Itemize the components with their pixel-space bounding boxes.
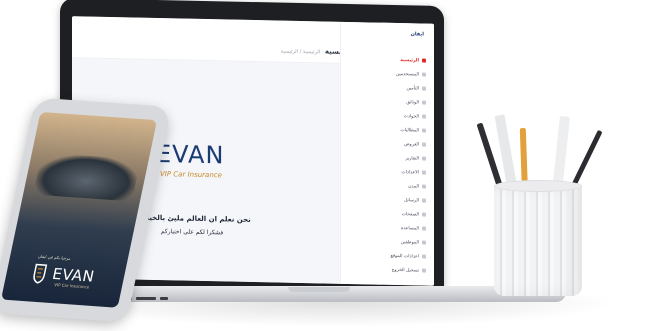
menu-icon bbox=[422, 100, 426, 105]
sidebar-item-label: المستخدمين bbox=[395, 71, 419, 77]
sidebar-item-label: الرسائل bbox=[404, 197, 419, 203]
sidebar-item-label: الاعدادات bbox=[401, 169, 419, 175]
menu-icon bbox=[422, 254, 426, 259]
menu-icon bbox=[422, 142, 426, 147]
sidebar-item-label: تسجيل الخروج bbox=[391, 267, 419, 273]
menu-icon bbox=[422, 114, 426, 119]
sidebar-brand[interactable]: ايفان bbox=[411, 31, 424, 37]
menu-icon bbox=[422, 240, 426, 245]
sidebar-item-label: الحوادث bbox=[403, 113, 419, 119]
sidebar-item-label: التأمين bbox=[406, 85, 419, 91]
audio-port bbox=[160, 297, 168, 300]
sidebar-item-label: الوثائق bbox=[406, 99, 419, 105]
menu-icon bbox=[422, 198, 426, 203]
menu-icon bbox=[422, 156, 426, 161]
logo-wordmark: EVAN bbox=[156, 139, 225, 170]
sidebar: ايفان الرئيسية المستخدمين التأمين الوثائق ال… bbox=[340, 21, 434, 286]
car-image bbox=[33, 152, 141, 202]
cup-body bbox=[494, 186, 582, 296]
phone-screen: مرحبا بكم في ايفان EVAN VIP Car Insuranc… bbox=[1, 111, 158, 308]
logo-tagline: VIP Car Insurance bbox=[160, 170, 222, 180]
menu-icon bbox=[422, 86, 426, 91]
phone-welcome: مرحبا بكم في ايفان bbox=[37, 253, 72, 261]
sidebar-item-label: الرئيسية bbox=[400, 57, 419, 63]
sidebar-item-label: الموظفين bbox=[400, 239, 419, 245]
menu-icon bbox=[422, 58, 426, 63]
menu-icon bbox=[422, 72, 426, 77]
cup-rim bbox=[494, 180, 582, 192]
menu-icon bbox=[422, 212, 426, 217]
sidebar-item-label: العروض bbox=[404, 141, 419, 147]
sidebar-item[interactable]: تسجيل الخروج bbox=[346, 262, 426, 278]
sidebar-item-label: اعدادات الموقع bbox=[390, 253, 419, 259]
phone-logo: EVAN VIP Car Insurance bbox=[30, 263, 113, 290]
breadcrumb-trail[interactable]: الرئيسية / الرئيسية bbox=[281, 49, 320, 56]
menu-icon bbox=[422, 184, 426, 189]
sidebar-item-label: الصفحات bbox=[401, 211, 419, 217]
sidebar-item-label: التقارير bbox=[405, 155, 419, 161]
shield-icon bbox=[33, 263, 48, 284]
phone-tagline: VIP Car Insurance bbox=[53, 282, 90, 290]
menu-icon bbox=[422, 170, 426, 175]
product-mockup: الرئيسية الرئيسية / الرئيسية EVAN VIP Ca… bbox=[0, 0, 666, 331]
laptop-notch bbox=[288, 287, 350, 292]
sidebar-item-label: المساعدة bbox=[400, 225, 419, 231]
menu-icon bbox=[422, 226, 426, 231]
sidebar-menu: الرئيسية المستخدمين التأمين الوثائق الحوادث ا… bbox=[346, 52, 426, 278]
sidebar-item-label: المدن bbox=[408, 183, 419, 189]
menu-icon bbox=[422, 268, 426, 273]
menu-icon bbox=[422, 128, 426, 133]
usb-port bbox=[136, 297, 156, 300]
sidebar-item-label: المطالبات bbox=[400, 127, 419, 133]
pencil-cup bbox=[476, 114, 603, 296]
